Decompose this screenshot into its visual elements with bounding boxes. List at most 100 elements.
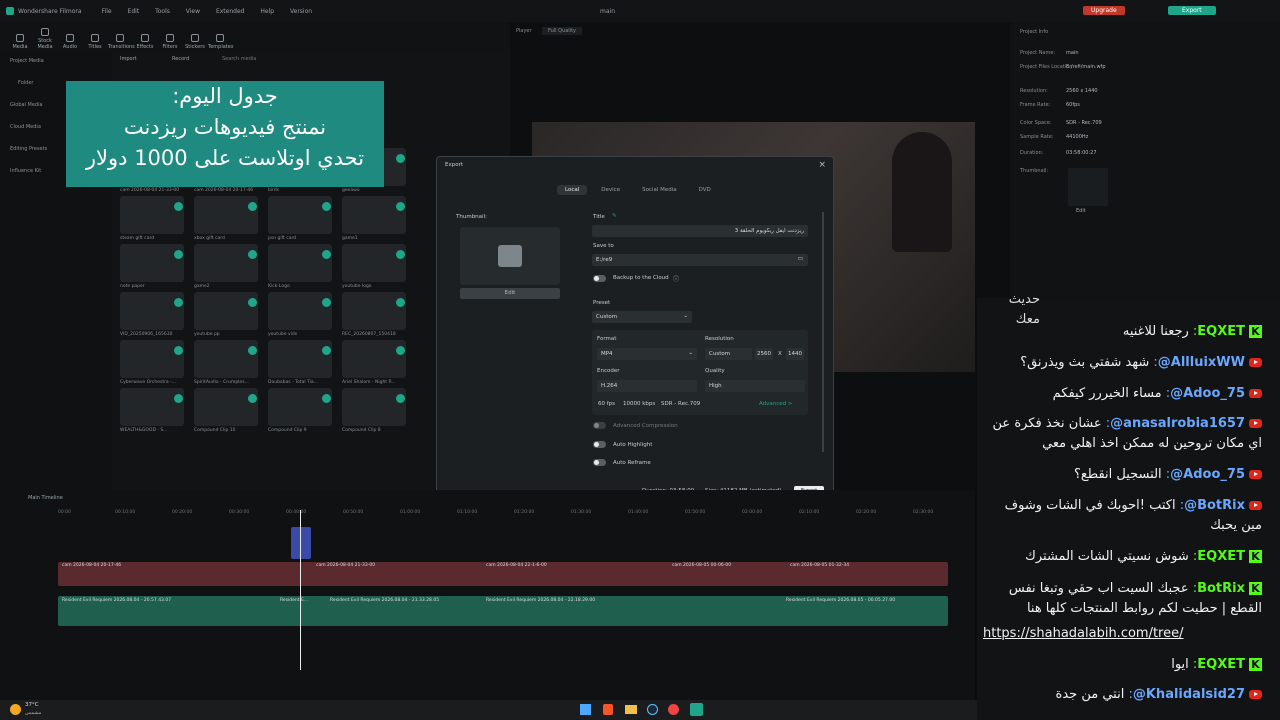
tab-local[interactable]: Local <box>557 185 588 195</box>
video-clip-label[interactable]: cam 2026-08-04 20-17-46 <box>62 563 121 568</box>
resolution-select[interactable]: Custom <box>705 348 752 360</box>
media-thumbnail[interactable] <box>120 244 184 282</box>
menu-extended[interactable]: Extended <box>216 8 245 15</box>
game-clip-label[interactable]: Resident Evil Requiem 2026.08.04 - 21.33… <box>330 598 439 603</box>
record-button[interactable]: Record <box>172 56 189 62</box>
game-clip-label[interactable]: Resident Evil Requiem 2026.08.04 - 20.57… <box>62 598 171 603</box>
game-clip-label[interactable]: Resident Evil Requiem 2026.08.05 - 00.05… <box>786 598 895 603</box>
tab-titles[interactable]: Titles <box>83 34 107 50</box>
media-thumbnail[interactable] <box>342 196 406 234</box>
tab-stickers[interactable]: Stickers <box>183 34 207 50</box>
upgrade-button[interactable]: Upgrade <box>1083 6 1125 15</box>
media-thumbnail[interactable] <box>268 244 332 282</box>
media-thumbnail[interactable] <box>120 388 184 426</box>
save-to-field[interactable]: E:/re9 ▭ <box>592 254 808 266</box>
media-thumbnail[interactable] <box>194 244 258 282</box>
chat-username[interactable]: EQXET <box>1197 657 1245 672</box>
brave-icon[interactable] <box>603 704 613 715</box>
chat-username[interactable]: EQXET <box>1197 324 1245 339</box>
game-clip-label[interactable]: Resident Evil Requiem 2026.08.04 - 22.18… <box>486 598 595 603</box>
tab-audio[interactable]: Audio <box>58 34 82 50</box>
media-thumbnail[interactable] <box>342 244 406 282</box>
tab-social-media[interactable]: Social Media <box>634 185 685 195</box>
preset-select[interactable]: Custom ⌄ <box>592 311 692 323</box>
steam-icon[interactable] <box>647 704 658 715</box>
search-input[interactable]: Search media <box>222 56 256 62</box>
media-thumbnail[interactable] <box>268 196 332 234</box>
media-thumbnail[interactable] <box>194 340 258 378</box>
menu-file[interactable]: File <box>102 8 112 15</box>
tab-stock-media[interactable]: Stock Media <box>33 28 57 50</box>
media-thumbnail[interactable] <box>194 292 258 330</box>
title-input[interactable]: ريزدنت ايفل ريكويوم الحلقة 3 <box>592 225 808 237</box>
media-player-icon[interactable] <box>668 704 679 715</box>
title-edit-icon[interactable]: ✎ <box>612 213 617 219</box>
media-thumbnail[interactable] <box>194 196 258 234</box>
tab-device[interactable]: Device <box>593 185 628 195</box>
menu-edit[interactable]: Edit <box>128 8 140 15</box>
folder-icon[interactable]: ▭ <box>798 256 803 262</box>
video-clip-label[interactable]: cam 2026-08-05 00-06-00 <box>672 563 731 568</box>
chat-link[interactable]: https://shahadalabih.com/tree/ <box>983 626 1184 641</box>
check-icon <box>322 250 331 259</box>
media-thumbnail[interactable] <box>120 196 184 234</box>
advanced-compression-toggle[interactable] <box>593 422 606 429</box>
sidebar-item-project-media[interactable]: Project Media <box>0 50 112 72</box>
encoder-select[interactable]: H.264 <box>597 380 697 392</box>
chat-username[interactable]: BotRix <box>1197 581 1245 596</box>
chat-username[interactable]: @Khalidalsid27 <box>1133 687 1245 702</box>
tab-effects[interactable]: Effects <box>133 34 157 50</box>
export-top-button[interactable]: Export <box>1168 6 1216 15</box>
filmora-taskbar-icon[interactable] <box>690 703 703 716</box>
chat-username[interactable]: @BotRix <box>1184 498 1245 513</box>
tab-transitions[interactable]: Transitions <box>108 34 135 50</box>
video-clip-label[interactable]: cam 2026-08-05 01-32-34 <box>790 563 849 568</box>
media-thumbnail[interactable] <box>120 292 184 330</box>
tab-filters[interactable]: Filters <box>158 34 182 50</box>
auto-reframe-toggle[interactable] <box>593 459 606 466</box>
media-thumbnail[interactable] <box>342 292 406 330</box>
media-thumbnail[interactable] <box>342 388 406 426</box>
media-thumbnail[interactable] <box>194 388 258 426</box>
video-clip-label[interactable]: cam 2026-08-04 22-1-6-00 <box>486 563 547 568</box>
game-clip-label[interactable]: Resident E... <box>280 598 308 603</box>
chat-username[interactable]: @Adoo_75 <box>1170 467 1245 482</box>
media-thumbnail[interactable] <box>268 340 332 378</box>
backup-cloud-toggle[interactable] <box>593 275 606 282</box>
chat-username[interactable]: @Adoo_75 <box>1170 386 1245 401</box>
media-thumbnail[interactable] <box>342 340 406 378</box>
media-thumbnail[interactable] <box>268 388 332 426</box>
resolution-height[interactable]: 1440 <box>786 348 804 360</box>
playhead[interactable] <box>300 510 301 670</box>
tab-templates[interactable]: Templates <box>208 34 233 50</box>
import-button[interactable]: Import <box>120 56 137 62</box>
menu-version[interactable]: Version <box>290 8 312 15</box>
quality-select[interactable]: Full Quality <box>542 27 583 35</box>
explorer-icon[interactable] <box>625 705 637 714</box>
advanced-link[interactable]: Advanced > <box>759 401 793 407</box>
menu-help[interactable]: Help <box>260 8 274 15</box>
auto-highlight-toggle[interactable] <box>593 441 606 448</box>
menu-tools[interactable]: Tools <box>155 8 170 15</box>
thumbnail-edit[interactable]: Edit <box>460 288 560 299</box>
tab-media[interactable]: Media <box>8 34 32 50</box>
chat-username[interactable]: @anasalrobia1657 <box>1110 416 1245 431</box>
menu-bar[interactable]: File Edit Tools View Extended Help Versi… <box>102 8 327 15</box>
quality-select[interactable]: High <box>705 380 805 392</box>
windows-start-icon[interactable] <box>580 704 591 715</box>
dialog-scrollbar[interactable] <box>822 212 824 452</box>
chat-username[interactable]: @AllluixWW <box>1158 355 1245 370</box>
tab-dvd[interactable]: DVD <box>691 185 719 195</box>
thumbnail-edit-button[interactable]: Edit <box>1076 208 1086 214</box>
menu-view[interactable]: View <box>186 8 200 15</box>
close-icon[interactable]: × <box>818 160 826 170</box>
media-thumbnail[interactable] <box>268 292 332 330</box>
format-select[interactable]: MP4 ⌄ <box>597 348 697 360</box>
resolution-width[interactable]: 2560 <box>755 348 773 360</box>
video-clip-label[interactable]: cam 2026-08-04 21-33-00 <box>316 563 375 568</box>
title-clip[interactable] <box>291 527 311 559</box>
timeline-label[interactable]: Main Timeline <box>28 495 63 501</box>
media-thumbnail[interactable] <box>120 340 184 378</box>
chat-username[interactable]: EQXET <box>1197 549 1245 564</box>
timeline-ruler[interactable]: 00:00 00:10:00 00:20:00 00:30:00 00:40:00 00:… <box>58 510 948 518</box>
